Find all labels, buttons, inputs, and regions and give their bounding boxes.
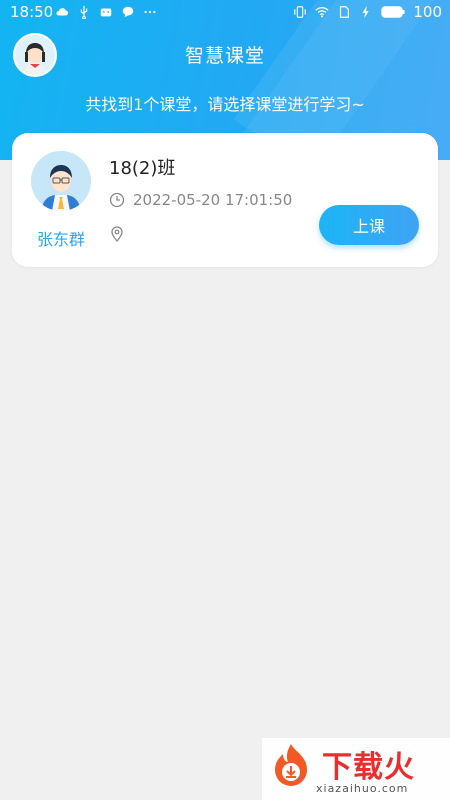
watermark: 下载火 xiazaihuo.com (262, 738, 450, 800)
vibrate-icon (294, 6, 307, 18)
classroom-count: 1 (133, 95, 144, 114)
battery-icon (381, 6, 405, 18)
status-time: 18:50 (10, 3, 54, 21)
wifi-icon (315, 7, 329, 18)
watermark-url: xiazaihuo.com (316, 782, 409, 795)
teacher-name: 张东群 (36, 230, 85, 249)
chat-icon (122, 6, 134, 18)
clock-icon (109, 192, 125, 208)
classroom-card[interactable]: 张东群 18(2)班 2022-05-20 17:01:50 上课 (12, 133, 438, 267)
start-class-button[interactable]: 上课 (319, 205, 419, 245)
more-icon (144, 10, 156, 14)
teacher-avatar-icon (31, 151, 91, 211)
class-time: 2022-05-20 17:01:50 (133, 191, 293, 209)
class-time-row: 2022-05-20 17:01:50 (109, 191, 292, 209)
class-location-row (109, 225, 125, 247)
status-bar: 18:50 100 (0, 0, 450, 26)
battery-level: 100 (413, 3, 442, 21)
usb-icon (80, 5, 88, 19)
page-title: 智慧课堂 (184, 45, 265, 67)
android-icon (100, 8, 112, 17)
classroom-count-text: 共找到1个课堂，请选择课堂进行学习~ (85, 95, 365, 114)
charging-icon (362, 5, 369, 19)
teacher-avatar (31, 151, 91, 211)
watermark-brand: 下载火 (322, 750, 415, 785)
location-pin-icon (111, 226, 123, 242)
class-name: 18(2)班 (109, 158, 176, 179)
sim-icon (340, 6, 350, 18)
cloud-icon (56, 8, 69, 16)
flame-logo-icon (275, 744, 307, 786)
